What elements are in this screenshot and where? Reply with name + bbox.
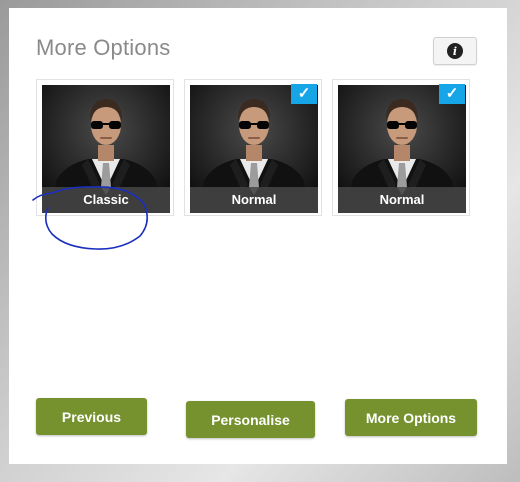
check-icon: ✓ bbox=[439, 84, 465, 104]
options-panel: More Options i Classic Normal ✓ Normal ✓… bbox=[9, 8, 507, 464]
personalise-button[interactable]: Personalise bbox=[186, 401, 315, 438]
card-label: Normal bbox=[338, 187, 466, 213]
previous-button[interactable]: Previous bbox=[36, 398, 147, 435]
panel-title: More Options bbox=[36, 35, 171, 60]
more-options-button[interactable]: More Options bbox=[345, 399, 477, 436]
option-card-normal-2[interactable]: Normal ✓ bbox=[332, 79, 470, 216]
card-label: Normal bbox=[190, 187, 318, 213]
option-card-normal-1[interactable]: Normal ✓ bbox=[184, 79, 322, 216]
info-button[interactable]: i bbox=[433, 37, 477, 65]
info-glyph: i bbox=[453, 45, 457, 58]
card-label: Classic bbox=[42, 187, 170, 213]
option-card-classic[interactable]: Classic bbox=[36, 79, 174, 216]
check-icon: ✓ bbox=[291, 84, 317, 104]
info-icon: i bbox=[447, 43, 463, 59]
